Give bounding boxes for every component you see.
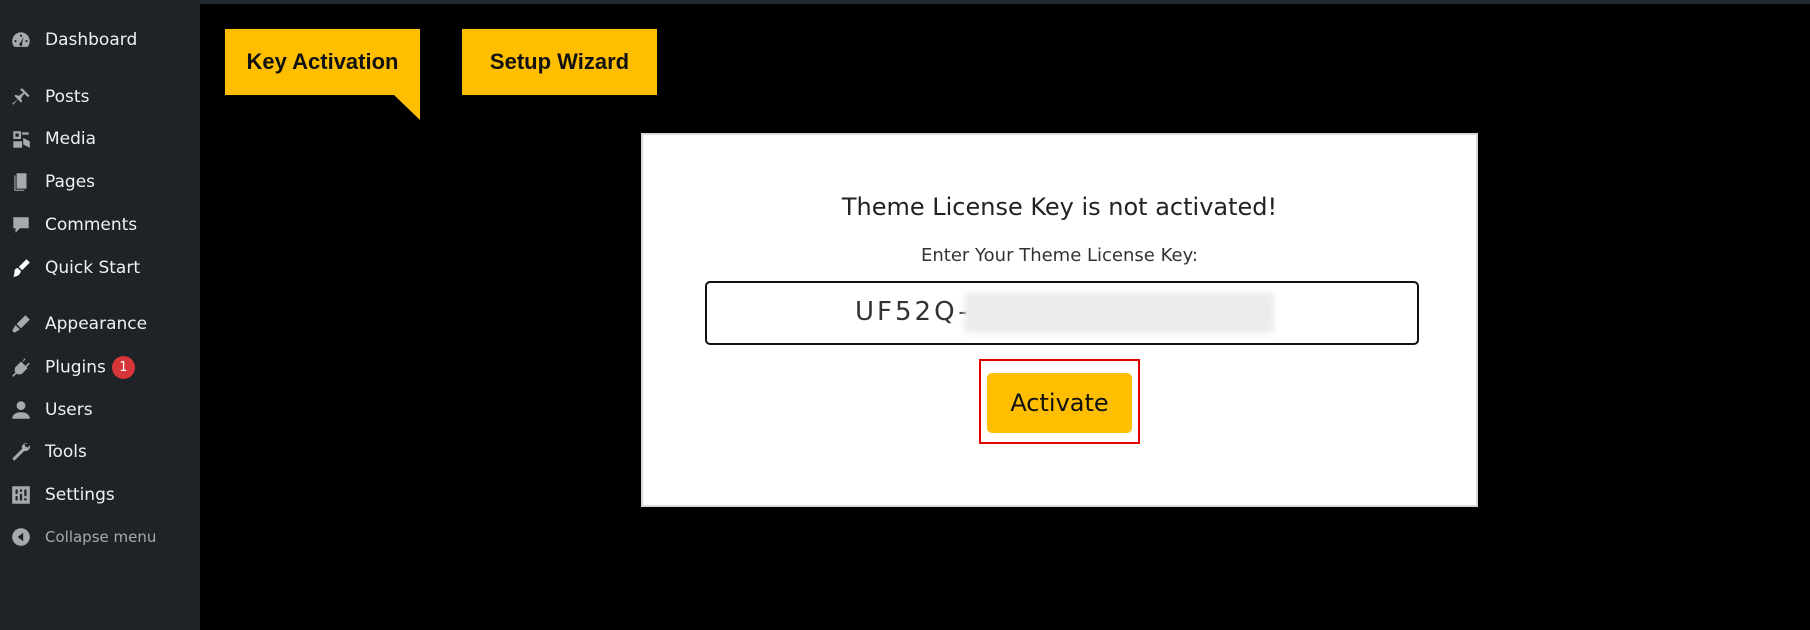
collapse-menu-button[interactable]: Collapse menu [0, 519, 200, 555]
sidebar-item-media[interactable]: Media [0, 121, 200, 157]
tab-setup-wizard[interactable]: Setup Wizard [462, 29, 657, 95]
license-key-input[interactable]: UF52Q- [705, 281, 1419, 345]
sidebar-item-label: Collapse menu [45, 528, 157, 546]
license-key-blur-mask [964, 293, 1274, 333]
media-icon [10, 128, 32, 150]
appearance-icon [10, 313, 32, 335]
sidebar-item-posts[interactable]: Posts [0, 79, 200, 115]
sidebar-item-label: Plugins 1 [45, 355, 135, 379]
plugin-icon [10, 356, 32, 378]
sidebar-item-appearance[interactable]: Appearance [0, 306, 200, 342]
sidebar-item-label: Comments [45, 215, 138, 235]
settings-icon [10, 484, 32, 506]
sidebar-item-label: Dashboard [45, 30, 138, 50]
license-key-value: UF52Q- [855, 297, 971, 327]
wrench-icon [10, 441, 32, 463]
sidebar-item-label: Appearance [45, 314, 148, 334]
sidebar-item-label: Quick Start [45, 258, 141, 278]
sidebar-item-quick-start[interactable]: Quick Start [0, 250, 200, 286]
license-card: Theme License Key is not activated! Ente… [641, 133, 1478, 507]
activate-highlight-box: Activate [979, 359, 1140, 444]
paintbrush-icon [10, 257, 32, 279]
sidebar-item-label: Media [45, 129, 97, 149]
top-strip [200, 0, 1810, 4]
sidebar-item-label: Settings [45, 485, 115, 505]
activate-button[interactable]: Activate [987, 373, 1132, 433]
update-count-badge: 1 [111, 355, 135, 379]
license-status-heading: Theme License Key is not activated! [841, 193, 1278, 221]
sidebar-item-dashboard[interactable]: Dashboard [0, 22, 200, 58]
dashboard-icon [10, 29, 32, 51]
sidebar-item-comments[interactable]: Comments [0, 207, 200, 243]
sidebar-item-label: Posts [45, 87, 90, 107]
app-window: Dashboard Posts Media Pages Comments Qui… [0, 0, 1810, 630]
collapse-icon [10, 526, 32, 548]
comment-icon [10, 214, 32, 236]
sidebar-item-pages[interactable]: Pages [0, 164, 200, 200]
plugins-label-text: Plugins [45, 357, 106, 377]
license-key-label: Enter Your Theme License Key: [921, 245, 1198, 266]
tab-key-activation[interactable]: Key Activation [225, 29, 420, 120]
pin-icon [10, 86, 32, 108]
sidebar-item-label: Tools [45, 442, 87, 462]
sidebar-item-label: Pages [45, 172, 96, 192]
pages-icon [10, 171, 32, 193]
sidebar-item-tools[interactable]: Tools [0, 434, 200, 470]
sidebar-item-label: Users [45, 400, 93, 420]
sidebar-item-users[interactable]: Users [0, 392, 200, 428]
sidebar-item-plugins[interactable]: Plugins 1 [0, 349, 200, 385]
sidebar-item-settings[interactable]: Settings [0, 477, 200, 513]
admin-sidebar: Dashboard Posts Media Pages Comments Qui… [0, 0, 200, 630]
user-icon [10, 399, 32, 421]
